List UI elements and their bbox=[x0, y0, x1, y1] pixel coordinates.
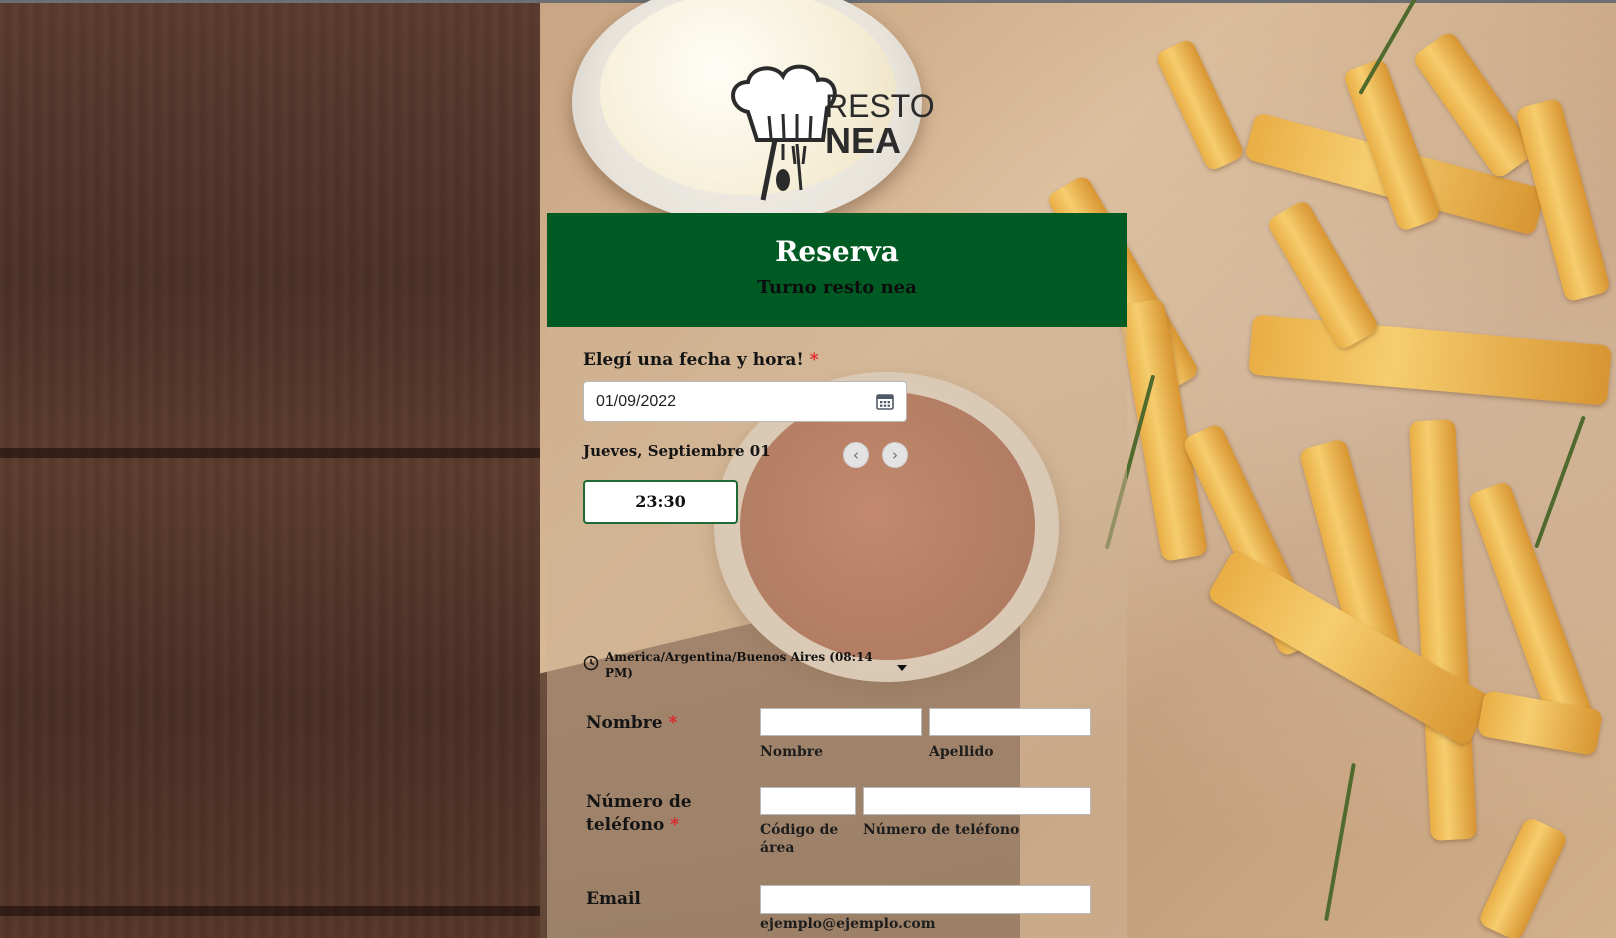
timezone-text: America/Argentina/Buenos Aires (08:14 PM… bbox=[605, 650, 873, 680]
clock-icon bbox=[583, 655, 599, 671]
form-title: Reserva bbox=[775, 235, 899, 268]
logo-text-nea: NEA bbox=[825, 120, 902, 161]
selected-date-text: Jueves, Septiembre 01 bbox=[583, 442, 771, 460]
required-mark: * bbox=[809, 350, 819, 370]
chevron-right-icon: › bbox=[892, 446, 898, 464]
email-sublabel: ejemplo@ejemplo.com bbox=[760, 916, 936, 932]
timezone-select[interactable]: America/Argentina/Buenos Aires (08:14 PM… bbox=[583, 649, 913, 685]
email-input[interactable] bbox=[760, 885, 1091, 914]
last-name-sublabel: Apellido bbox=[929, 744, 994, 760]
area-code-input[interactable] bbox=[760, 787, 856, 815]
page-background: RESTO NEA Reserva Turno resto nea Elegí … bbox=[0, 0, 1616, 938]
phone-label-line1: Número de bbox=[586, 792, 692, 812]
date-label: Elegí una fecha y hora! * bbox=[583, 350, 819, 370]
time-slot-button[interactable]: 23:30 bbox=[583, 480, 738, 524]
chevron-left-icon: ‹ bbox=[853, 446, 859, 464]
next-day-button[interactable]: › bbox=[882, 442, 908, 468]
date-input[interactable]: 01/09/2022 bbox=[583, 381, 907, 422]
required-mark: * bbox=[670, 815, 680, 835]
required-mark: * bbox=[668, 713, 678, 733]
first-name-input[interactable] bbox=[760, 708, 922, 736]
area-code-sublabel: Código de área bbox=[760, 822, 839, 856]
form-header: Reserva Turno resto nea bbox=[547, 213, 1127, 327]
date-label-text: Elegí una fecha y hora! bbox=[583, 350, 804, 370]
caret-down-icon bbox=[897, 665, 907, 671]
phone-label: Número de teléfono * bbox=[586, 791, 692, 837]
reservation-form: Reserva Turno resto nea Elegí una fecha … bbox=[547, 213, 1127, 938]
phone-label-line2: teléfono bbox=[586, 815, 665, 835]
form-subtitle: Turno resto nea bbox=[757, 277, 917, 298]
name-label-text: Nombre bbox=[586, 713, 663, 733]
email-label: Email bbox=[586, 889, 641, 909]
phone-number-sublabel: Número de teléfono bbox=[863, 822, 1020, 838]
phone-number-input[interactable] bbox=[863, 787, 1091, 815]
calendar-icon[interactable] bbox=[876, 393, 894, 410]
last-name-input[interactable] bbox=[929, 708, 1091, 736]
first-name-sublabel: Nombre bbox=[760, 744, 824, 760]
prev-day-button[interactable]: ‹ bbox=[843, 442, 869, 468]
name-label: Nombre * bbox=[586, 713, 677, 733]
